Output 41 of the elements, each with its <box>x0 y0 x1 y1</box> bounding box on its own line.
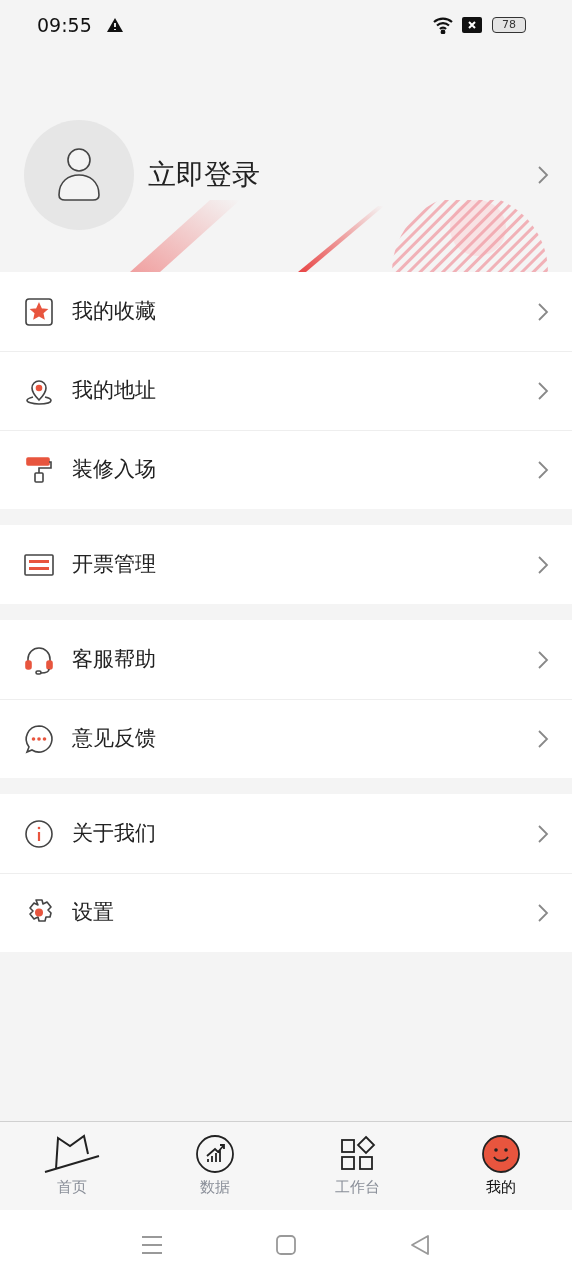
login-link[interactable]: 立即登录 <box>148 154 260 196</box>
status-time: 09:55 <box>37 12 92 38</box>
menu-item[interactable]: 意见反馈 <box>0 699 572 778</box>
growth-chart-icon <box>194 1133 235 1174</box>
back-icon[interactable] <box>409 1234 431 1256</box>
menu-item[interactable]: 我的收藏 <box>0 272 572 351</box>
chat-bubble-icon <box>23 723 55 755</box>
user-silhouette-icon <box>55 147 103 203</box>
chevron-right-icon <box>536 553 550 576</box>
menu-icon[interactable] <box>141 1234 163 1256</box>
menu-item[interactable]: 装修入场 <box>0 430 572 509</box>
menu-item[interactable]: 客服帮助 <box>0 620 572 699</box>
menu-item-label: 我的地址 <box>72 377 156 405</box>
menu-item[interactable]: 设置 <box>0 873 572 952</box>
chevron-right-icon <box>536 164 550 186</box>
menu-item-label: 开票管理 <box>72 550 156 578</box>
chevron-right-icon <box>536 902 550 924</box>
menu-item[interactable]: 开票管理 <box>0 525 572 604</box>
home-square-icon[interactable] <box>275 1234 297 1256</box>
chevron-right-icon <box>536 728 550 750</box>
menu-item-label: 装修入场 <box>72 456 156 484</box>
chevron-right-icon <box>536 300 550 323</box>
menu-item[interactable]: 关于我们 <box>0 794 572 873</box>
hat-icon <box>43 1133 100 1174</box>
menu-item-label: 客服帮助 <box>72 645 156 673</box>
chevron-right-icon <box>536 459 550 481</box>
menu-item[interactable]: 我的地址 <box>0 351 572 430</box>
smiley-icon <box>480 1133 521 1174</box>
chevron-right-icon <box>536 648 550 671</box>
paint-roller-icon <box>23 454 55 486</box>
info-icon <box>23 817 55 850</box>
tab-item[interactable]: 我的 <box>429 1122 572 1210</box>
menu-item-label: 设置 <box>72 899 114 927</box>
chevron-right-icon <box>536 380 550 402</box>
menu-item-label: 意见反馈 <box>72 725 156 753</box>
sim-off-icon <box>462 17 482 33</box>
chevron-right-icon <box>536 822 550 845</box>
warning-icon <box>105 17 124 33</box>
menu-item-label: 我的收藏 <box>72 297 156 325</box>
battery-indicator: 78 <box>492 17 526 33</box>
menu-item-label: 关于我们 <box>72 819 156 847</box>
